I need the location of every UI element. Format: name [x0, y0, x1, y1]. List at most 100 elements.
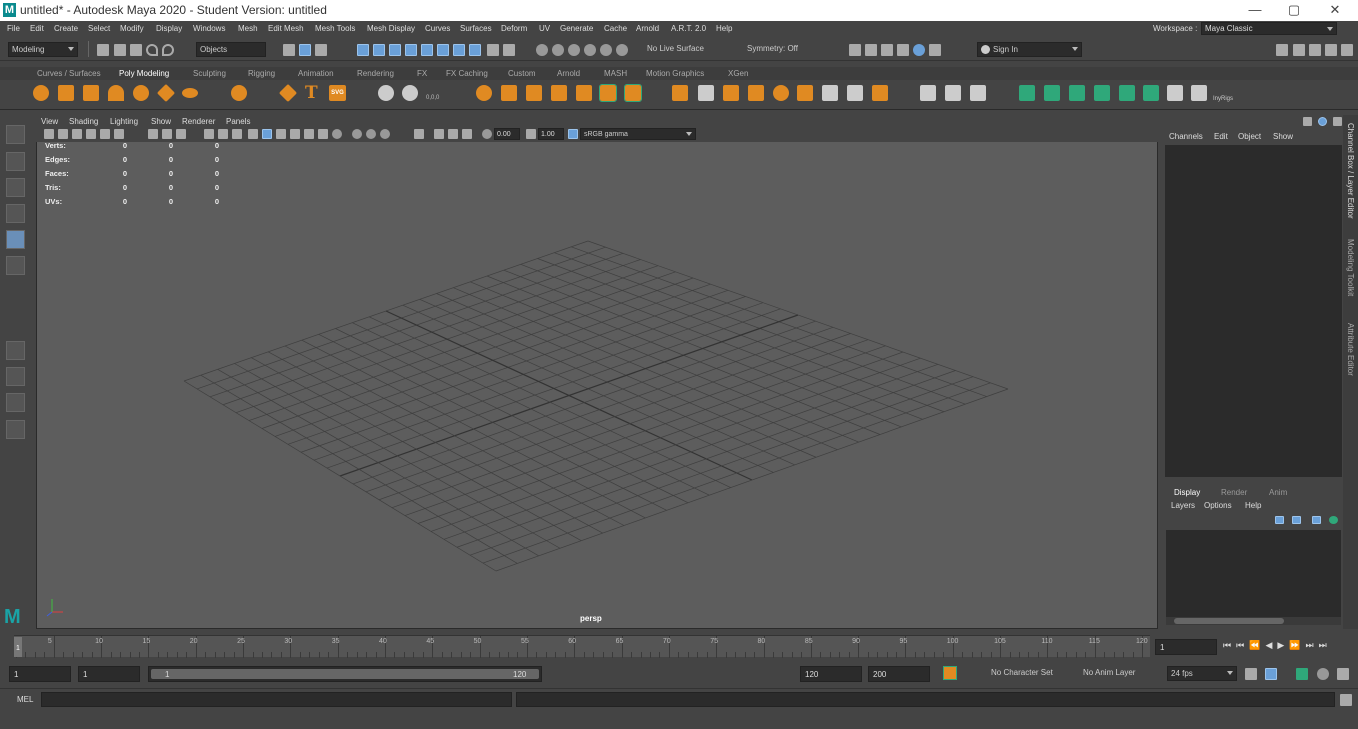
menu-art[interactable]: A.R.T. 2.0	[671, 24, 706, 33]
safe-action-icon[interactable]	[232, 129, 242, 139]
automatic-map-icon[interactable]	[1094, 85, 1110, 101]
move-layer-down-icon[interactable]	[1292, 516, 1301, 524]
svg-tool-icon[interactable]: SVG	[329, 85, 346, 101]
attribute-editor-icon[interactable]	[1293, 44, 1305, 56]
new-layer-icon[interactable]	[1312, 516, 1321, 524]
four-view-icon[interactable]	[6, 367, 25, 386]
new-layer-selected-icon[interactable]	[1329, 516, 1338, 524]
modeling-toolkit-icon[interactable]	[1276, 44, 1288, 56]
bevel-icon[interactable]	[551, 85, 567, 101]
step-back-frame-icon[interactable]: ⏪	[1249, 640, 1265, 650]
connect-icon[interactable]	[723, 85, 739, 101]
ipr-render-icon[interactable]	[897, 44, 909, 56]
layer-menu-help[interactable]: Help	[1245, 501, 1261, 510]
render-settings-icon[interactable]	[913, 44, 925, 56]
sound-icon[interactable]	[1296, 668, 1308, 680]
tab-custom[interactable]: Custom	[508, 69, 536, 78]
channelbox-option-icon[interactable]	[1303, 117, 1312, 126]
layer-scrollbar[interactable]	[1166, 617, 1341, 625]
separate-icon[interactable]	[872, 85, 888, 101]
go-to-start-icon[interactable]: ⏮	[1223, 640, 1236, 650]
target-weld-icon[interactable]	[698, 85, 714, 101]
current-time-marker[interactable]: 1	[14, 637, 22, 657]
lasso-tool-icon[interactable]	[6, 152, 25, 171]
tab-xgen[interactable]: XGen	[728, 69, 748, 78]
current-frame-field[interactable]: 1	[1155, 639, 1217, 655]
xray-active-icon[interactable]	[448, 129, 458, 139]
tab-motion-graphics[interactable]: Motion Graphics	[646, 69, 704, 78]
2d-pan-zoom-icon[interactable]	[100, 129, 110, 139]
move-layer-up-icon[interactable]	[1275, 516, 1284, 524]
tab-animation[interactable]: Animation	[298, 69, 334, 78]
type-tool-icon[interactable]: T	[305, 83, 318, 103]
side-tab-attribute-editor[interactable]: Attribute Editor	[1346, 323, 1355, 376]
poly-cone-icon[interactable]	[108, 85, 124, 101]
layer-menu-options[interactable]: Options	[1204, 501, 1232, 510]
character-icon[interactable]	[1337, 668, 1349, 680]
live-surface-field[interactable]: No Live Surface	[644, 42, 730, 57]
menu-mesh-display[interactable]: Mesh Display	[367, 24, 415, 33]
tab-mash[interactable]: MASH	[604, 69, 627, 78]
side-tab-channel-box[interactable]: Channel Box / Layer Editor	[1346, 123, 1355, 219]
select-misc-icon[interactable]	[469, 44, 481, 56]
close-button[interactable]: ✕	[1325, 2, 1345, 18]
step-forward-key-icon[interactable]: ⏭	[1306, 640, 1319, 650]
snap-grid-icon[interactable]	[536, 44, 548, 56]
textured-icon[interactable]	[290, 129, 300, 139]
xray-joints-icon[interactable]	[462, 129, 472, 139]
anim-layer-dropdown[interactable]: No Anim Layer	[1080, 666, 1160, 681]
open-scene-icon[interactable]	[114, 44, 126, 56]
poly-cylinder-icon[interactable]	[83, 85, 99, 101]
pause-icon[interactable]	[929, 44, 941, 56]
resolution-gate-icon[interactable]	[176, 129, 186, 139]
inyrigs-label[interactable]: InyRigs	[1213, 96, 1233, 102]
shadows-icon[interactable]	[318, 129, 328, 139]
viewport-menu-panels[interactable]: Panels	[226, 117, 250, 126]
tab-fx-caching[interactable]: FX Caching	[446, 69, 488, 78]
snap-vertex-icon[interactable]	[616, 44, 628, 56]
menu-create[interactable]: Create	[54, 24, 78, 33]
command-input[interactable]	[41, 692, 512, 707]
tab-rendering[interactable]: Rendering	[357, 69, 394, 78]
platonic-solid-icon[interactable]	[231, 85, 247, 101]
lock-selection-icon[interactable]	[487, 44, 499, 56]
tab-curves-surfaces[interactable]: Curves / Surfaces	[37, 69, 101, 78]
menu-select[interactable]: Select	[88, 24, 110, 33]
menu-mesh-tools[interactable]: Mesh Tools	[315, 24, 355, 33]
cache-playback-icon[interactable]	[1265, 668, 1277, 680]
character-set-dropdown[interactable]: No Character Set	[988, 666, 1064, 681]
field-chart-icon[interactable]	[218, 129, 228, 139]
uv-editor-icon[interactable]	[1019, 85, 1035, 101]
menu-deform[interactable]: Deform	[501, 24, 527, 33]
cylindrical-map-icon[interactable]	[1069, 85, 1085, 101]
ambient-occlusion-icon[interactable]	[332, 129, 342, 139]
smooth-shade-icon[interactable]	[262, 129, 272, 139]
play-forward-icon[interactable]: ▶	[1277, 640, 1289, 650]
menu-uv[interactable]: UV	[539, 24, 550, 33]
go-to-end-icon[interactable]: ⏭	[1319, 640, 1332, 650]
poly-torus-icon[interactable]	[133, 85, 149, 101]
tab-arnold[interactable]: Arnold	[557, 69, 580, 78]
sew-uv-icon[interactable]	[1191, 85, 1207, 101]
combine-icon[interactable]	[402, 85, 418, 101]
select-tool-icon[interactable]	[6, 125, 25, 144]
scale-tool-icon[interactable]	[6, 256, 25, 275]
tab-render[interactable]: Render	[1221, 488, 1247, 497]
move-tool-icon[interactable]	[6, 204, 25, 223]
playback-start-field[interactable]: 1	[78, 666, 140, 682]
loop-icon[interactable]	[1245, 668, 1257, 680]
rotate-tool-icon[interactable]	[6, 230, 25, 249]
extrude-icon[interactable]	[501, 85, 517, 101]
film-gate-icon[interactable]	[162, 129, 172, 139]
poly-cube-icon[interactable]	[58, 85, 74, 101]
end-time-field[interactable]: 200	[868, 666, 930, 682]
select-deform-icon[interactable]	[421, 44, 433, 56]
script-editor-icon[interactable]	[1340, 694, 1352, 706]
make-live-icon[interactable]	[822, 85, 838, 101]
gamma-icon[interactable]	[526, 129, 536, 139]
menu-curves[interactable]: Curves	[425, 24, 450, 33]
bridge-icon[interactable]	[526, 85, 542, 101]
viewport-menu-lighting[interactable]: Lighting	[110, 117, 138, 126]
tab-sculpting[interactable]: Sculpting	[193, 69, 226, 78]
play-backward-icon[interactable]: ◀	[1265, 640, 1277, 650]
